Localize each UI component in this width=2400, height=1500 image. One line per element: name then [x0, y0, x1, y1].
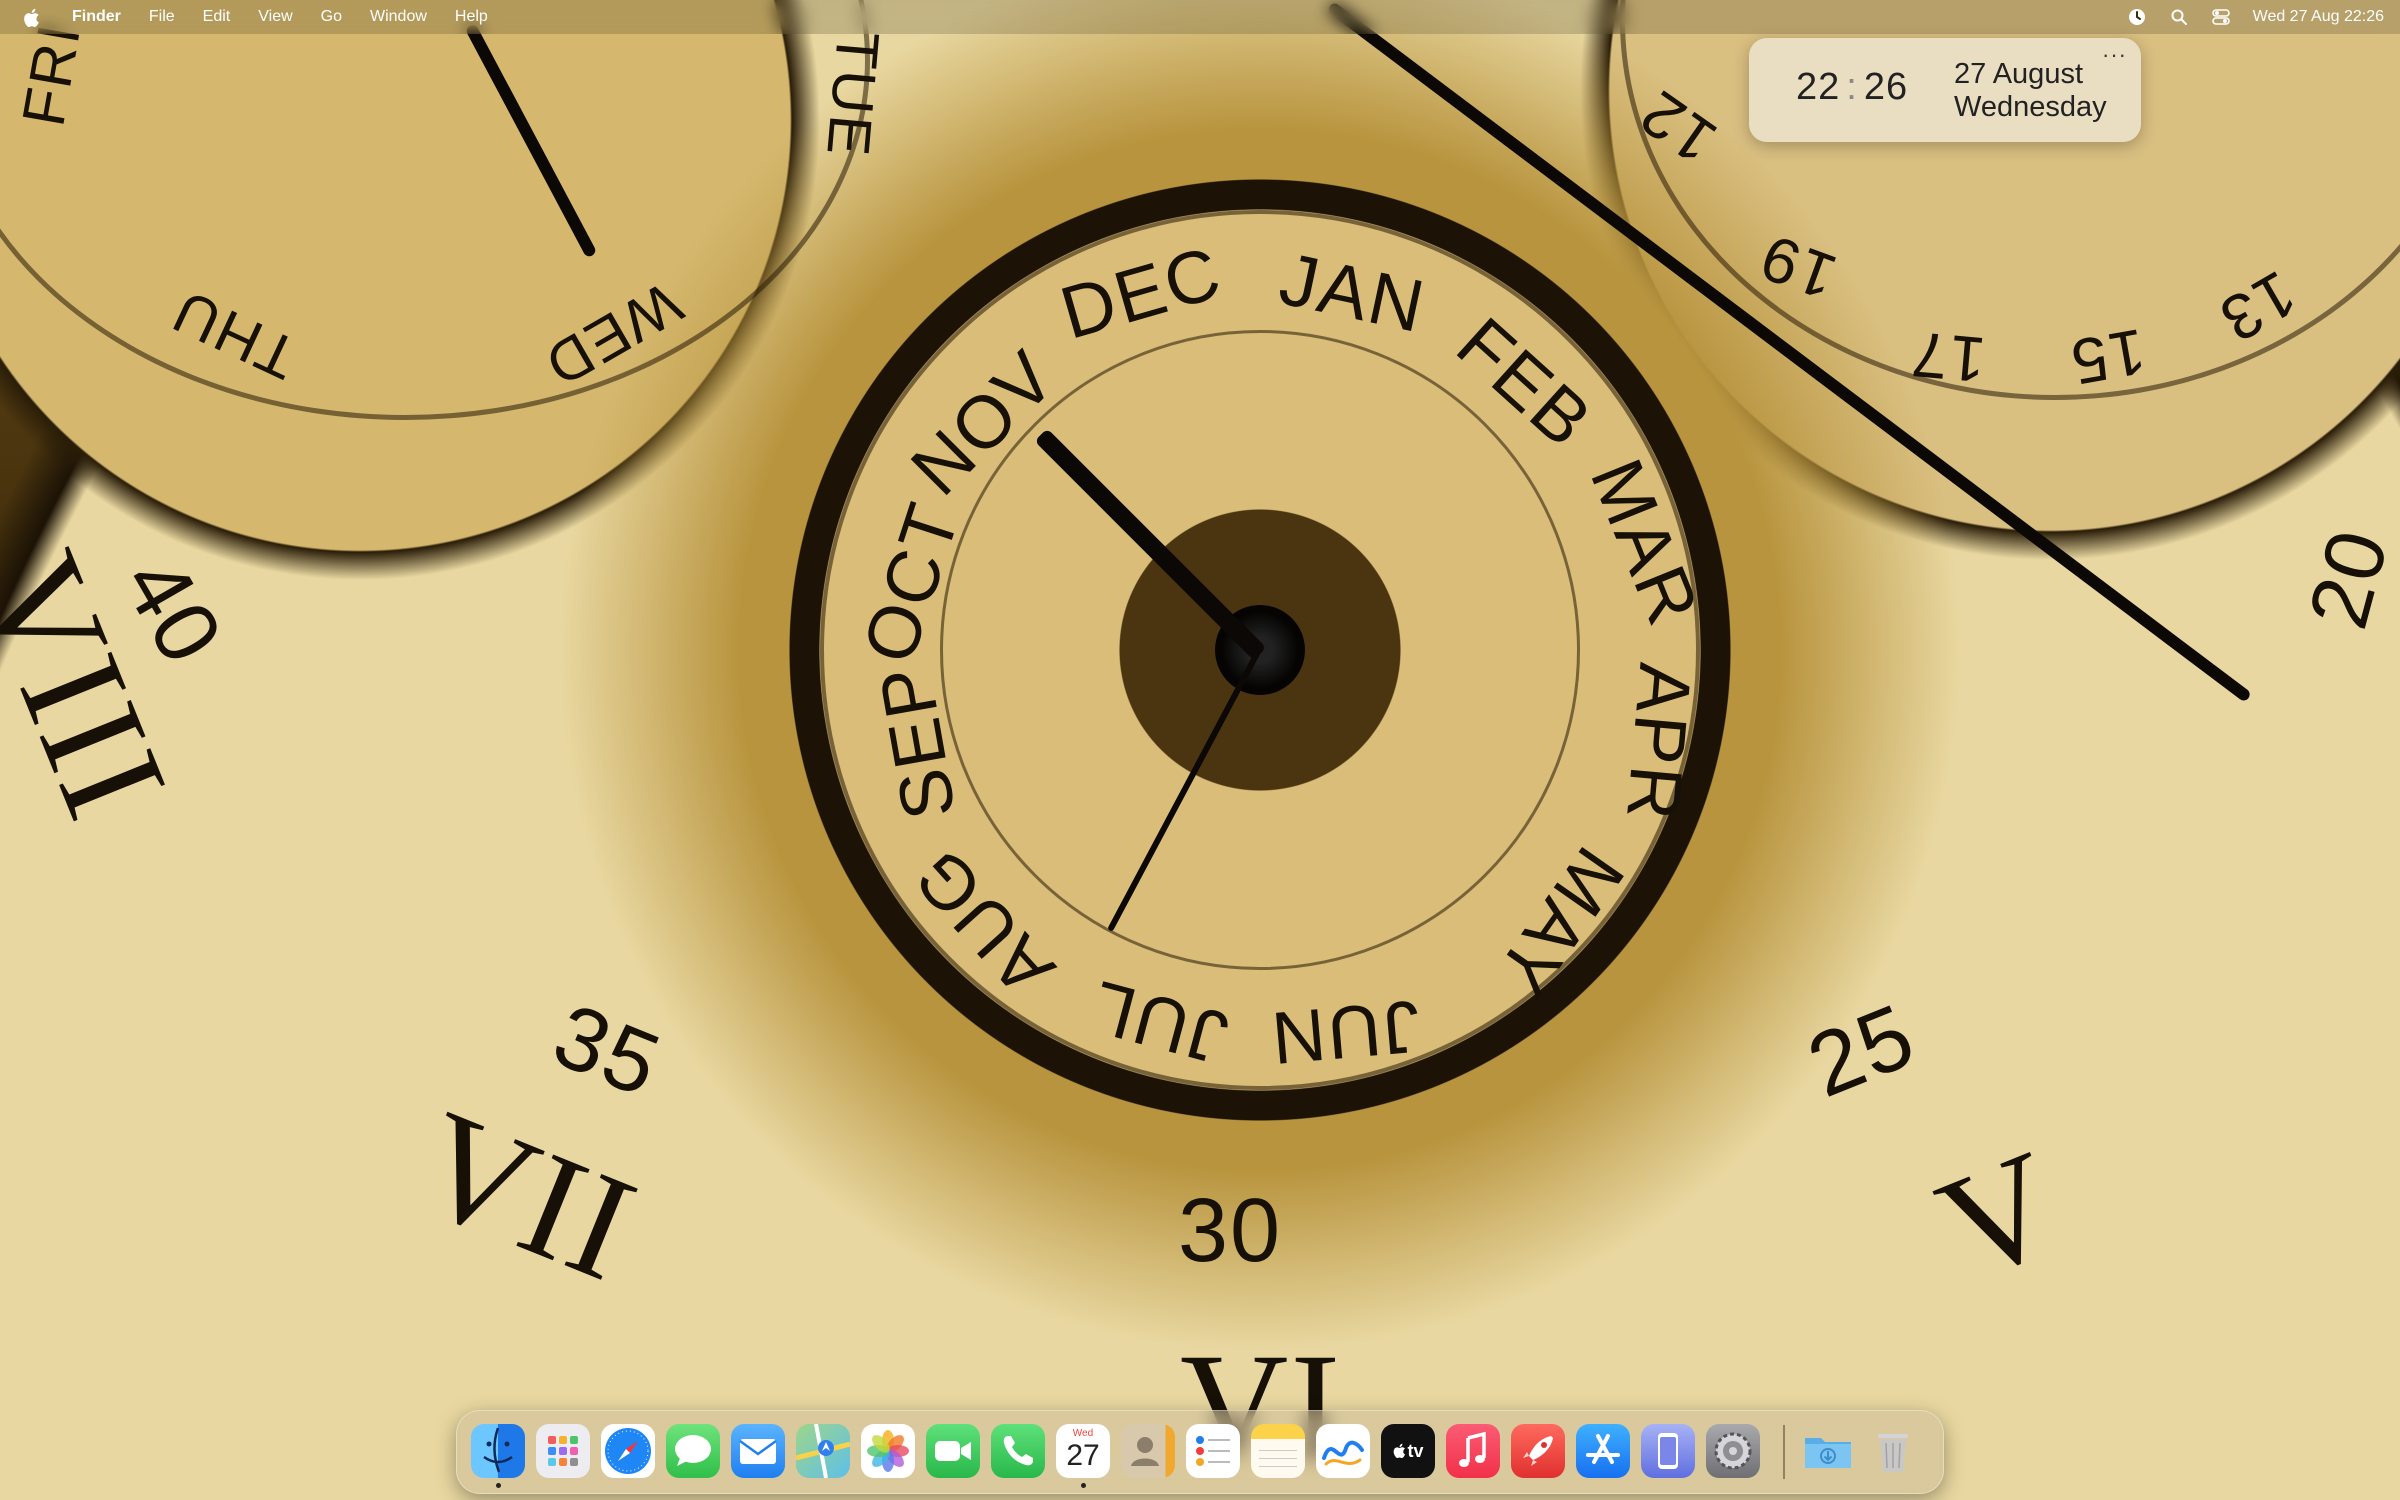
menu-bar: Finder File Edit View Go Window Help Wed…	[0, 0, 2400, 34]
messages-icon	[666, 1424, 720, 1478]
running-indicator	[496, 1483, 501, 1488]
freeform-icon	[1316, 1424, 1370, 1478]
mail-icon	[731, 1424, 785, 1478]
screen-time-icon[interactable]	[2127, 7, 2147, 27]
app-menu-finder[interactable]: Finder	[58, 0, 135, 34]
dock-downloads[interactable]	[1801, 1424, 1855, 1478]
menu-bar-clock[interactable]: Wed 27 Aug 22:26	[2253, 8, 2384, 26]
iphone-mirroring-icon	[1641, 1424, 1695, 1478]
dock-notes[interactable]	[1251, 1424, 1305, 1478]
desktop-wallpaper: SEP OCT NOV DEC JAN FEB MAR APR MAY JUN …	[0, 0, 2400, 1500]
clock-widget[interactable]: 22:26 27 August Wednesday ···	[1749, 38, 2141, 142]
facetime-icon	[926, 1424, 980, 1478]
menu-edit[interactable]: Edit	[189, 0, 245, 34]
phone-icon	[991, 1424, 1045, 1478]
dock-contacts[interactable]	[1121, 1424, 1175, 1478]
widget-more-icon[interactable]: ···	[2102, 42, 2127, 68]
widget-hour: 22	[1796, 66, 1841, 108]
dock-app-store[interactable]	[1576, 1424, 1630, 1478]
notes-icon	[1251, 1424, 1305, 1478]
dock-system-settings[interactable]	[1706, 1424, 1760, 1478]
dock-trash[interactable]	[1866, 1424, 1920, 1478]
widget-date-line: 27 August	[1954, 58, 2083, 90]
rocket-icon	[1511, 1424, 1565, 1478]
apple-menu-icon[interactable]	[22, 8, 40, 27]
dock-maps[interactable]	[796, 1424, 850, 1478]
tv-label: tv	[1407, 1440, 1424, 1461]
dock-mail[interactable]	[731, 1424, 785, 1478]
safari-icon	[601, 1424, 655, 1478]
minute-label: 35	[540, 985, 675, 1117]
widget-colon: :	[1846, 66, 1858, 108]
dock-photos[interactable]	[861, 1424, 915, 1478]
menu-window[interactable]: Window	[356, 0, 441, 34]
dock: Wed 27 tv	[456, 1410, 1944, 1494]
calendar-day: 27	[1066, 1439, 1100, 1472]
contacts-icon	[1121, 1424, 1175, 1478]
calendar-icon: Wed 27	[1056, 1424, 1110, 1473]
date-label: 15	[2064, 315, 2151, 399]
menu-help[interactable]: Help	[441, 0, 502, 34]
widget-date: 27 August Wednesday	[1954, 58, 2107, 124]
weekday-label: TUE	[814, 28, 892, 161]
month-label: JUN	[1266, 984, 1424, 1081]
dock-safari[interactable]	[601, 1424, 655, 1478]
dock-rocket[interactable]	[1511, 1424, 1565, 1478]
maps-icon	[796, 1424, 850, 1478]
launchpad-icon	[536, 1424, 590, 1478]
app-store-icon	[1576, 1424, 1630, 1478]
spotlight-search-icon[interactable]	[2169, 7, 2189, 27]
dock-separator	[1783, 1425, 1785, 1479]
menu-go[interactable]: Go	[307, 0, 356, 34]
calendar-weekday: Wed	[1072, 1428, 1094, 1439]
dock-music[interactable]	[1446, 1424, 1500, 1478]
dock-calendar[interactable]: Wed 27	[1056, 1424, 1110, 1478]
music-icon	[1446, 1424, 1500, 1478]
minute-label: 25	[1794, 985, 1929, 1117]
photos-icon	[861, 1424, 915, 1478]
dock-phone[interactable]	[991, 1424, 1045, 1478]
minute-label: 30	[1178, 1181, 1283, 1281]
running-indicator	[1081, 1483, 1086, 1488]
date-label: 17	[1907, 317, 1989, 397]
dock-tv[interactable]: tv	[1381, 1424, 1435, 1478]
menu-view[interactable]: View	[244, 0, 306, 34]
control-center-icon[interactable]	[2211, 7, 2231, 27]
date-label: 20	[2290, 519, 2400, 638]
trash-icon	[1866, 1424, 1920, 1478]
dock-finder[interactable]	[471, 1424, 525, 1478]
dock-freeform[interactable]	[1316, 1424, 1370, 1478]
dock-facetime[interactable]	[926, 1424, 980, 1478]
downloads-folder-icon	[1801, 1424, 1855, 1478]
finder-icon	[471, 1424, 525, 1478]
menu-file[interactable]: File	[135, 0, 189, 34]
tv-icon: tv	[1392, 1440, 1424, 1462]
widget-minute: 26	[1863, 66, 1909, 108]
widget-time: 22:26	[1796, 66, 1908, 109]
month-label: APR	[1610, 660, 1708, 825]
reminders-icon	[1186, 1424, 1240, 1478]
weekday-dial-ring	[0, 0, 870, 420]
dock-iphone-mirroring[interactable]	[1641, 1424, 1695, 1478]
widget-weekday: Wednesday	[1954, 91, 2107, 123]
dock-messages[interactable]	[666, 1424, 720, 1478]
dock-launchpad[interactable]	[536, 1424, 590, 1478]
roman-numeral: V	[1917, 1118, 2083, 1314]
settings-icon	[1706, 1424, 1760, 1478]
dock-reminders[interactable]	[1186, 1424, 1240, 1478]
